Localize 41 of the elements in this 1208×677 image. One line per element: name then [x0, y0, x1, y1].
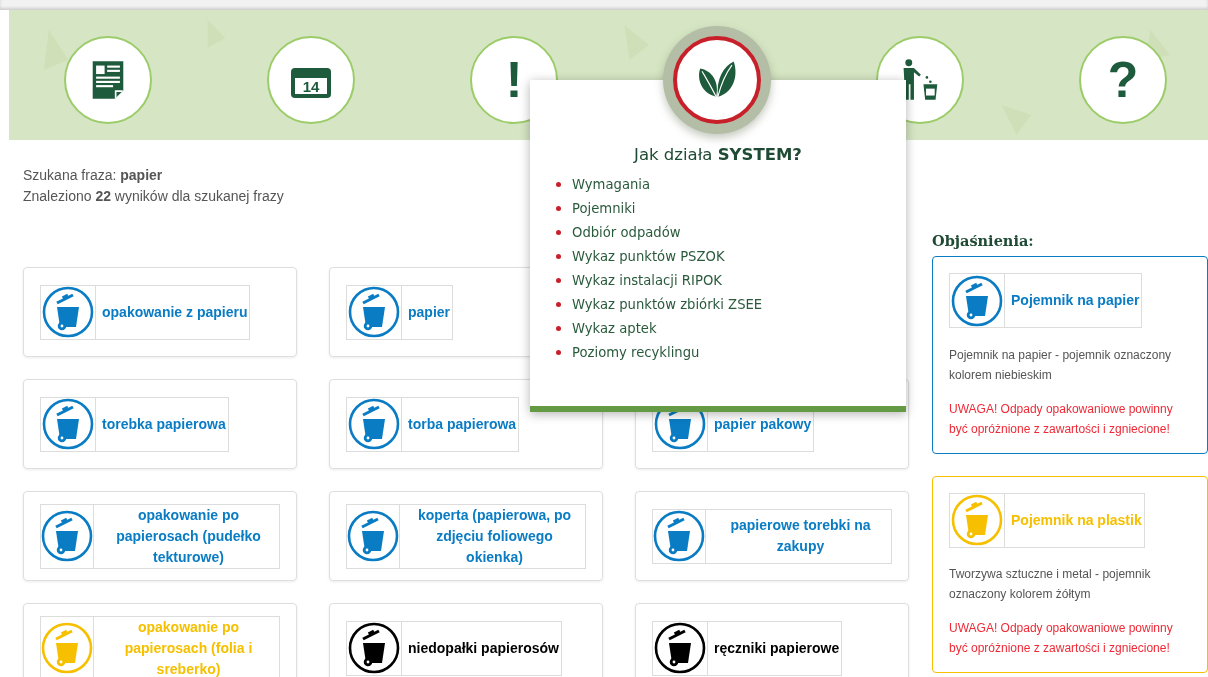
legend-title: Pojemnik na papier — [1010, 291, 1141, 310]
bullet-icon — [556, 349, 561, 355]
bullet-icon — [556, 325, 561, 331]
menu-link[interactable]: Wykaz instalacji RIPOK — [572, 272, 722, 288]
result-item[interactable]: opakowanie z papieru — [40, 284, 251, 340]
glyph-icon: ? — [1107, 55, 1139, 105]
menu-link[interactable]: Pojemniki — [572, 200, 636, 216]
result-item[interactable]: papierowe torebki na zakupy — [652, 508, 892, 564]
result-item[interactable]: torebka papierowa — [40, 396, 229, 452]
menu-link[interactable]: Wymagania — [572, 176, 651, 192]
menu-link[interactable]: Wykaz aptek — [572, 320, 657, 336]
bullet-icon — [556, 181, 561, 187]
document-icon — [91, 59, 125, 101]
result-item[interactable]: ręczniki papierowe — [652, 620, 843, 676]
warning-text: UWAGA! Odpady opakowaniowe powinny być opróżnione z zawartości i zgniecione! — [949, 400, 1174, 438]
glyph-icon: ! — [505, 55, 523, 105]
bullet-icon — [556, 253, 561, 259]
result-item[interactable]: opakowanie po papierosach (pudełko tekturowe) — [40, 503, 280, 569]
search-phrase: Szukana fraza: papier — [23, 166, 163, 185]
nav-button[interactable]: ? — [1079, 36, 1167, 124]
legend-description: Tworzywa sztuczne i metal - pojemnik oznaczony kolorem żółtym — [949, 566, 1152, 603]
legend-title: Pojemnik na plastik — [1010, 510, 1143, 530]
legend-description: Pojemnik na papier - pojemnik oznaczony kolorem niebieskim — [949, 346, 1173, 384]
result-item[interactable]: torba papierowa — [346, 396, 520, 452]
result-item[interactable]: papier — [346, 284, 453, 340]
menu-link[interactable]: Poziomy recyklingu — [572, 344, 700, 360]
result-item[interactable]: niedopałki papierosów — [346, 620, 562, 676]
menu-link[interactable]: Odbiór odpadów — [572, 224, 681, 240]
calendar-icon: 14 — [291, 68, 331, 98]
results-count: Znaleziono 22 wyników dla szukanej frazy — [23, 187, 284, 206]
bullet-icon — [556, 301, 561, 307]
legend-heading: Objaśnienia: — [932, 232, 1035, 251]
nav-button[interactable]: 14 — [267, 36, 355, 124]
bullet-icon — [556, 229, 561, 235]
menu-link[interactable]: Wykaz punktów PSZOK — [572, 248, 725, 264]
bullet-icon — [556, 277, 561, 283]
menu-link[interactable]: Wykaz punktów zbiórki ZSEE — [572, 296, 763, 312]
panel-title: Jak działa SYSTEM? — [632, 145, 803, 164]
result-item[interactable]: koperta (papierowa, po zdjęciu foliowego okienka) — [346, 503, 586, 569]
warning-text: UWAGA! Odpady opakowaniowe powinny być opróżnione z zawartości i zgniecione! — [949, 620, 1174, 657]
bullet-icon — [556, 205, 561, 211]
